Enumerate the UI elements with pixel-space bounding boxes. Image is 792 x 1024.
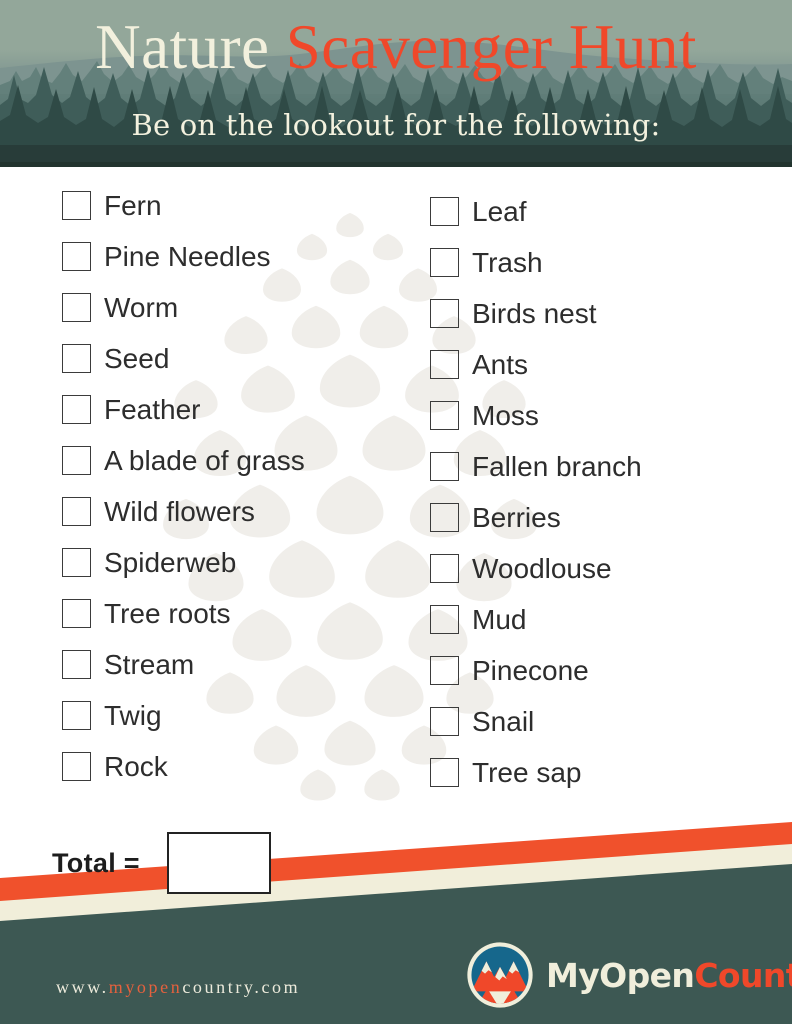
checklist-item[interactable]: Seed [62, 333, 422, 384]
checkbox-icon[interactable] [430, 707, 459, 736]
checklist-item-label: Pine Needles [104, 240, 271, 272]
brand-wordmark: MyOpenCountry [546, 959, 792, 992]
checklist-item[interactable]: Pine Needles [62, 231, 422, 282]
checkbox-icon[interactable] [62, 344, 91, 373]
mountain-circle-logo-icon [467, 942, 533, 1008]
checklist-item-label: Worm [104, 291, 179, 323]
checklist-item-label: Fern [104, 189, 162, 221]
checklist: Fern Pine Needles Worm Seed Feather A blade o… [0, 180, 792, 830]
checklist-item[interactable]: Snail [430, 696, 770, 747]
checklist-item-label: Trash [472, 246, 543, 278]
checkbox-icon[interactable] [430, 452, 459, 481]
checklist-column-right: Leaf Trash Birds nest Ants Moss Fallen branch… [430, 180, 770, 798]
checklist-item-label: Moss [472, 399, 539, 431]
checklist-item[interactable]: Birds nest [430, 288, 770, 339]
checklist-item-label: Rock [104, 750, 168, 782]
total-input-box[interactable] [166, 832, 271, 894]
checkbox-icon[interactable] [430, 197, 459, 226]
checklist-item[interactable]: Rock [62, 741, 422, 792]
checklist-item[interactable]: Tree roots [62, 588, 422, 639]
checkbox-icon[interactable] [430, 248, 459, 277]
checklist-item[interactable]: Tree sap [430, 747, 770, 798]
brand-logo[interactable]: MyOpenCountry [466, 941, 792, 1009]
url-www: www. [56, 977, 109, 997]
checklist-column-left: Fern Pine Needles Worm Seed Feather A blade o… [62, 180, 422, 792]
checkbox-icon[interactable] [430, 605, 459, 634]
page-header: Nature Scavenger Hunt Be on the lookout … [0, 0, 792, 167]
url-country: country.com [182, 977, 301, 997]
title-word-scavenger-hunt: Scavenger Hunt [285, 12, 697, 82]
checklist-item[interactable]: A blade of grass [62, 435, 422, 486]
checklist-item[interactable]: Stream [62, 639, 422, 690]
checklist-item-label: Tree sap [472, 756, 582, 788]
brand-myopen: MyOpen [546, 955, 695, 995]
checklist-item[interactable]: Spiderweb [62, 537, 422, 588]
checklist-item-label: Leaf [472, 195, 527, 227]
checklist-item-label: Woodlouse [472, 552, 612, 584]
checklist-item[interactable]: Fern [62, 180, 422, 231]
checklist-item[interactable]: Pinecone [430, 645, 770, 696]
page-title: Nature Scavenger Hunt [0, 16, 792, 79]
checklist-item-label: Wild flowers [104, 495, 255, 527]
checkbox-icon[interactable] [430, 401, 459, 430]
checkbox-icon[interactable] [62, 293, 91, 322]
checklist-item[interactable]: Moss [430, 390, 770, 441]
checkbox-icon[interactable] [62, 242, 91, 271]
checkbox-icon[interactable] [62, 752, 91, 781]
checklist-item[interactable]: Feather [62, 384, 422, 435]
checklist-item[interactable]: Ants [430, 339, 770, 390]
checkbox-icon[interactable] [430, 554, 459, 583]
checklist-item-label: Berries [472, 501, 561, 533]
checkbox-icon[interactable] [62, 497, 91, 526]
url-myopen: myopen [108, 977, 183, 997]
checklist-item-label: Fallen branch [472, 450, 642, 482]
checklist-item[interactable]: Leaf [430, 186, 770, 237]
title-word-nature: Nature [95, 12, 270, 82]
scavenger-hunt-worksheet: Nature Scavenger Hunt Be on the lookout … [0, 0, 792, 1024]
checkbox-icon[interactable] [430, 503, 459, 532]
checklist-item-label: Pinecone [472, 654, 589, 686]
checklist-item-label: Twig [104, 699, 162, 731]
checkbox-icon[interactable] [430, 299, 459, 328]
checklist-item-label: Snail [472, 705, 535, 737]
checkbox-icon[interactable] [62, 650, 91, 679]
website-url[interactable]: www.myopencountry.com [56, 977, 300, 998]
checklist-item-label: Stream [104, 648, 195, 680]
checklist-item[interactable]: Worm [62, 282, 422, 333]
checkbox-icon[interactable] [430, 656, 459, 685]
checkbox-icon[interactable] [430, 758, 459, 787]
checkbox-icon[interactable] [430, 350, 459, 379]
checkbox-icon[interactable] [62, 599, 91, 628]
checklist-item-label: Spiderweb [104, 546, 237, 578]
checkbox-icon[interactable] [62, 548, 91, 577]
checklist-item-label: Birds nest [472, 297, 597, 329]
checkbox-icon[interactable] [62, 191, 91, 220]
checklist-item[interactable]: Woodlouse [430, 543, 770, 594]
checkbox-icon[interactable] [62, 446, 91, 475]
checklist-item[interactable]: Trash [430, 237, 770, 288]
checklist-item[interactable]: Wild flowers [62, 486, 422, 537]
checklist-item[interactable]: Fallen branch [430, 441, 770, 492]
checklist-item-label: Mud [472, 603, 527, 635]
checklist-item-label: A blade of grass [104, 444, 305, 476]
checklist-item[interactable]: Mud [430, 594, 770, 645]
checklist-item-label: Seed [104, 342, 170, 374]
checklist-item[interactable]: Berries [430, 492, 770, 543]
checklist-item-label: Feather [104, 393, 201, 425]
checklist-item-label: Ants [472, 348, 529, 380]
checklist-item-label: Tree roots [104, 597, 231, 629]
checkbox-icon[interactable] [62, 395, 91, 424]
page-subtitle: Be on the lookout for the following: [131, 108, 661, 142]
header-bottom-rule [0, 162, 792, 167]
total-label: Total = [52, 847, 140, 878]
brand-country: Country [694, 955, 792, 995]
checklist-item[interactable]: Twig [62, 690, 422, 741]
checkbox-icon[interactable] [62, 701, 91, 730]
total-row: Total = [52, 832, 271, 894]
